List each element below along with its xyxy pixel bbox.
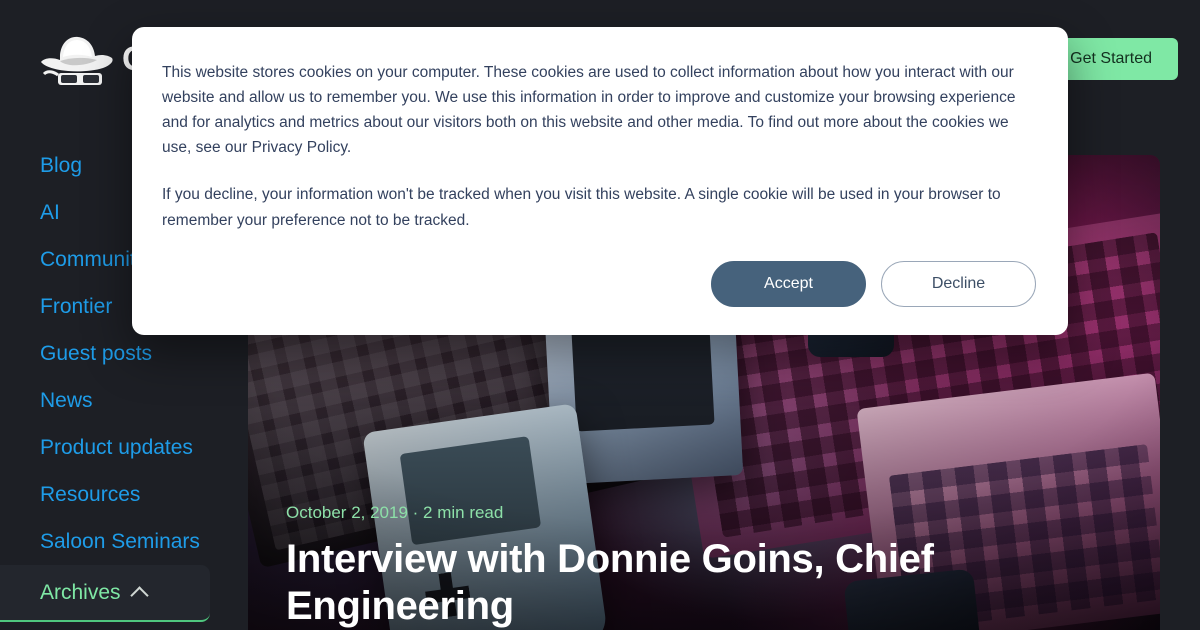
accept-cookies-button[interactable]: Accept — [711, 260, 866, 307]
cookie-paragraph-1: This website stores cookies on your comp… — [162, 64, 1016, 157]
sidebar-item-label: Archives — [40, 581, 121, 604]
hero-text-block: October 2, 2019 · 2 min read Interview w… — [286, 503, 1122, 630]
sidebar-item-archives[interactable]: Archives — [0, 565, 210, 622]
sidebar-item-guest-posts[interactable]: Guest posts — [40, 330, 210, 377]
sidebar-item-news[interactable]: News — [40, 377, 210, 424]
cookie-actions: Accept Decline — [162, 260, 1036, 307]
cookie-consent-dialog: This website stores cookies on your comp… — [132, 27, 1068, 335]
decline-cookies-button[interactable]: Decline — [881, 260, 1036, 307]
article-meta: October 2, 2019 · 2 min read — [286, 502, 504, 522]
cookie-paragraph-2: If you decline, your information won't b… — [162, 186, 1001, 229]
sidebar-item-resources[interactable]: Resources — [40, 471, 210, 518]
article-title[interactable]: Interview with Donnie Goins, Chief Engin… — [286, 536, 1122, 630]
chevron-up-icon — [129, 586, 149, 605]
sidebar-item-saloon-seminars[interactable]: Saloon Seminars — [40, 518, 210, 565]
cowboy-hat-sunglasses-icon — [41, 36, 113, 85]
sidebar-item-product-updates[interactable]: Product updates — [40, 424, 210, 471]
